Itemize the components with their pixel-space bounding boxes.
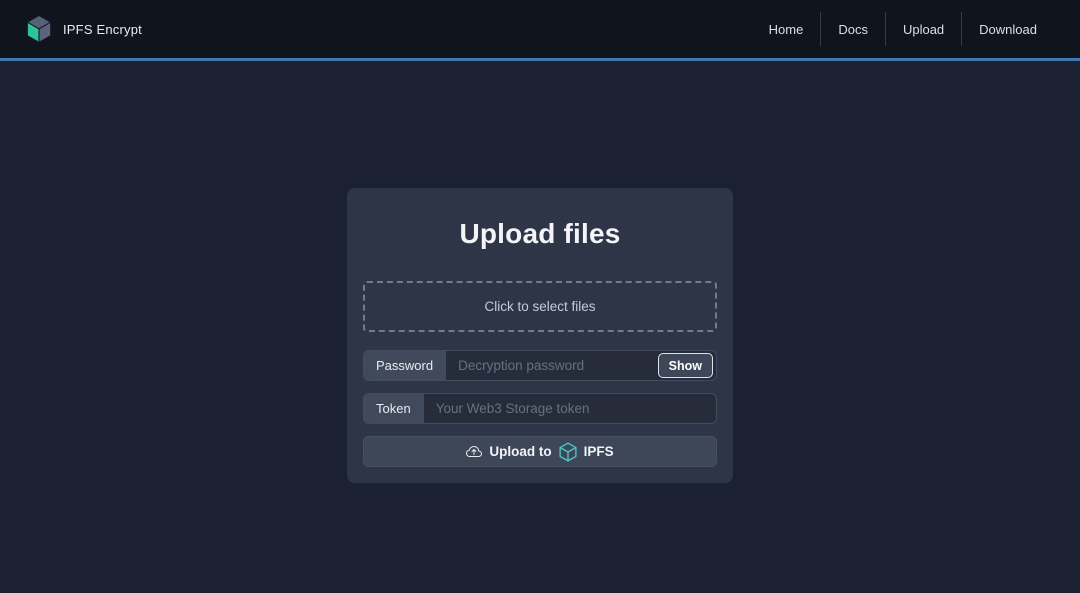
cloud-arrow-up-icon: [466, 444, 482, 460]
upload-to-ipfs-button[interactable]: Upload to IPFS: [363, 436, 717, 467]
password-input[interactable]: [446, 351, 658, 380]
upload-button-label: Upload to: [489, 444, 551, 459]
nav-link-upload[interactable]: Upload: [886, 22, 961, 37]
main-content: Upload files Click to select files Passw…: [0, 61, 1080, 483]
ipfs-cube-outline-icon: [559, 442, 577, 462]
upload-button-label-suffix: IPFS: [584, 444, 614, 459]
token-input-group: Token: [363, 393, 717, 424]
file-dropzone[interactable]: Click to select files: [363, 281, 717, 332]
nav-link-home[interactable]: Home: [752, 22, 821, 37]
brand-name: IPFS Encrypt: [63, 22, 142, 37]
password-input-group: Password Show: [363, 350, 717, 381]
brand[interactable]: IPFS Encrypt: [26, 15, 142, 43]
password-label: Password: [364, 351, 446, 380]
nav-link-download[interactable]: Download: [962, 22, 1054, 37]
file-dropzone-label: Click to select files: [484, 299, 595, 314]
token-label: Token: [364, 394, 424, 423]
token-input[interactable]: [424, 394, 716, 423]
upload-card: Upload files Click to select files Passw…: [347, 188, 733, 483]
page-title: Upload files: [363, 218, 717, 250]
navbar: IPFS Encrypt Home Docs Upload Download: [0, 0, 1080, 61]
ipfs-cube-logo-icon: [26, 15, 52, 43]
nav-link-docs[interactable]: Docs: [821, 22, 885, 37]
nav-links: Home Docs Upload Download: [752, 12, 1054, 46]
show-password-button[interactable]: Show: [658, 353, 713, 378]
